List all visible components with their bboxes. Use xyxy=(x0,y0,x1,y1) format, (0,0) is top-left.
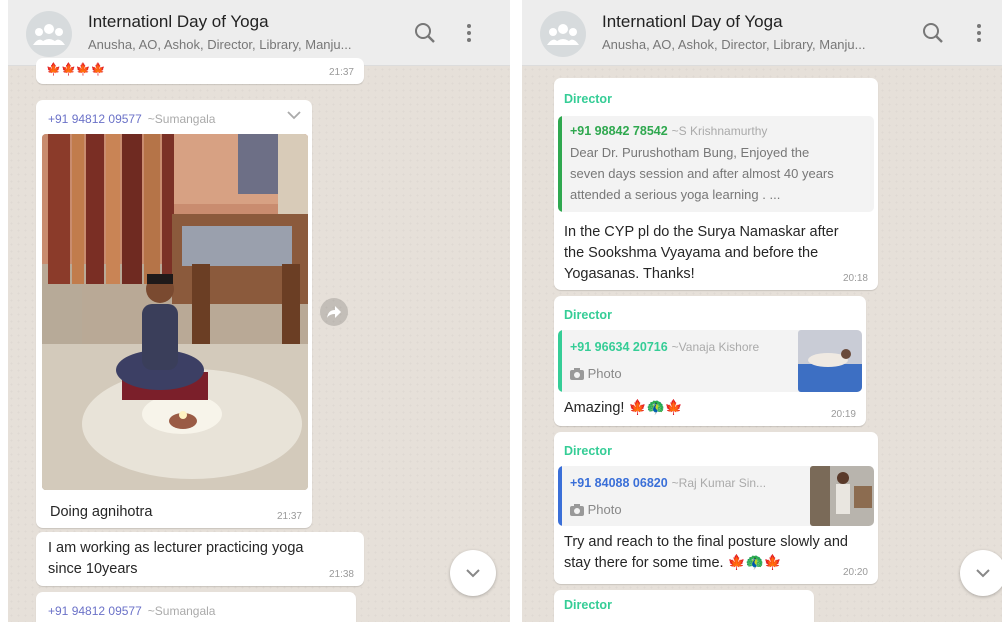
message-line: stay there for some time. 🍁🦚🍁 xyxy=(564,555,782,571)
quote-text: Dear Dr. Purushotham Bung, Enjoyed the xyxy=(570,145,810,160)
group-avatar-icon[interactable] xyxy=(540,11,586,57)
emoji-row: 🍁🍁🍁🍁 xyxy=(46,62,106,76)
shared-photo[interactable] xyxy=(42,134,308,490)
message-line: since 10years xyxy=(48,561,138,577)
quote-phone: +91 96634 20716 xyxy=(570,340,668,354)
message-line: I am working as lecturer practicing yoga xyxy=(48,540,304,556)
quote-text: seven days session and after almost 40 y… xyxy=(570,166,834,181)
chat-participants: Anusha, AO, Ashok, Director, Library, Ma… xyxy=(602,37,866,52)
chevron-down-icon[interactable] xyxy=(286,108,302,124)
message-time: 20:19 xyxy=(830,409,856,420)
quote-name: ~Raj Kumar Sin... xyxy=(671,476,767,490)
reply-message-bubble[interactable]: Director +91 96634 20716 ~Vanaja Kishore … xyxy=(554,296,866,426)
scroll-to-bottom-button[interactable] xyxy=(960,550,1002,596)
message-text: Amazing! 🍁🦚🍁 xyxy=(564,400,683,416)
message-time: 21:37 xyxy=(276,511,302,522)
sender-name: ~Sumangala xyxy=(147,604,216,618)
message-time: 20:18 xyxy=(842,273,868,284)
camera-icon xyxy=(570,368,584,383)
search-icon[interactable] xyxy=(920,20,946,46)
quote-name: ~S Krishnamurthy xyxy=(671,124,768,138)
chat-title: Internationl Day of Yoga xyxy=(602,12,783,31)
sender-label[interactable]: Director xyxy=(564,598,612,612)
camera-icon xyxy=(570,504,584,519)
text-message-bubble[interactable]: I am working as lecturer practicing yoga… xyxy=(36,532,364,586)
photo-label: Photo xyxy=(587,502,622,517)
image-message-bubble[interactable]: +91 94812 09577 ~Sumangala Doing agnihot… xyxy=(36,100,312,528)
message-time: 20:20 xyxy=(842,567,868,578)
sender-label[interactable]: Director xyxy=(564,92,612,106)
quote-name: ~Vanaja Kishore xyxy=(671,340,760,354)
sender-label[interactable]: Director xyxy=(564,444,612,458)
quote-accent-bar xyxy=(558,330,562,392)
chat-participants: Anusha, AO, Ashok, Director, Library, Ma… xyxy=(88,37,352,52)
sender-label[interactable]: Director xyxy=(564,308,612,322)
reply-message-bubble-partial[interactable]: Director xyxy=(554,590,814,622)
photo-label: Photo xyxy=(587,366,622,381)
sender-phone[interactable]: +91 94812 09577 xyxy=(48,112,142,126)
quote-phone: +91 84088 06820 xyxy=(570,476,668,490)
image-caption: Doing agnihotra xyxy=(50,504,153,520)
message-line: Yogasanas. Thanks! xyxy=(564,266,695,282)
quoted-message[interactable]: +91 98842 78542 ~S Krishnamurthy Dear Dr.… xyxy=(558,116,874,212)
chat-title: Internationl Day of Yoga xyxy=(88,12,269,31)
menu-dots-icon[interactable] xyxy=(966,20,992,46)
quote-text: attended a serious yoga learning . ... xyxy=(570,187,781,202)
reply-message-bubble[interactable]: Director +91 84088 06820 ~Raj Kumar Sin..… xyxy=(554,432,878,584)
quote-accent-bar xyxy=(558,466,562,526)
message-line: the Sookshma Vyayama and before the xyxy=(564,245,819,261)
scroll-to-bottom-button[interactable] xyxy=(450,550,496,596)
forward-icon[interactable] xyxy=(320,298,348,326)
quote-thumbnail[interactable] xyxy=(798,330,862,392)
menu-dots-icon[interactable] xyxy=(456,20,482,46)
quote-accent-bar xyxy=(558,116,562,212)
message-line: In the CYP pl do the Surya Namaskar afte… xyxy=(564,224,839,240)
chat-header[interactable]: Internationl Day of Yoga Anusha, AO, Ash… xyxy=(8,0,510,66)
reply-message-bubble[interactable]: Director +91 98842 78542 ~S Krishnamurthy… xyxy=(554,78,878,290)
quote-thumbnail[interactable] xyxy=(810,466,874,526)
search-icon[interactable] xyxy=(412,20,438,46)
message-line: Try and reach to the final posture slowl… xyxy=(564,534,848,550)
chat-header[interactable]: Internationl Day of Yoga Anusha, AO, Ash… xyxy=(522,0,1002,66)
chat-panel-right: Internationl Day of Yoga Anusha, AO, Ash… xyxy=(522,0,1002,622)
message-bubble-partial[interactable]: +91 94812 09577 ~Sumangala xyxy=(36,592,356,622)
chat-panel-left: Internationl Day of Yoga Anusha, AO, Ash… xyxy=(8,0,510,622)
quoted-message[interactable]: +91 84088 06820 ~Raj Kumar Sin... Photo xyxy=(558,466,874,526)
message-bubble-partial[interactable]: 🍁🍁🍁🍁 21:37 xyxy=(36,58,364,84)
message-time: 21:38 xyxy=(328,569,354,580)
sender-name: ~Sumangala xyxy=(147,112,216,126)
message-time: 21:37 xyxy=(328,67,354,78)
quoted-message[interactable]: +91 96634 20716 ~Vanaja Kishore Photo xyxy=(558,330,862,392)
quote-phone: +91 98842 78542 xyxy=(570,124,668,138)
sender-phone[interactable]: +91 94812 09577 xyxy=(48,604,142,618)
group-avatar-icon[interactable] xyxy=(26,11,72,57)
